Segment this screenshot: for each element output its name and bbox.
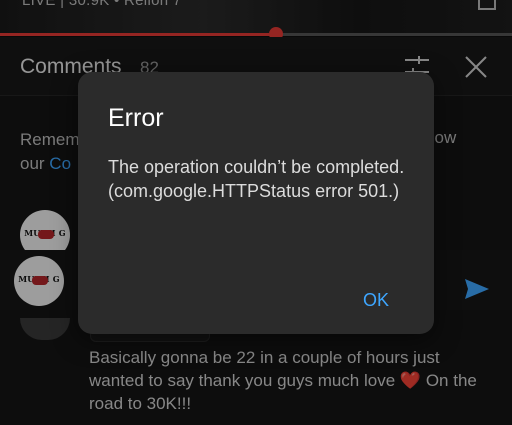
app-frame: LIVE | 30.9K • Relion 7 Comments 82 Reme… (0, 0, 512, 425)
dialog-title: Error (108, 104, 164, 132)
dialog-message: The operation couldn’t be completed. (co… (108, 157, 405, 201)
ok-button[interactable]: OK (348, 284, 404, 316)
error-dialog: Error The operation couldn’t be complete… (78, 72, 434, 334)
